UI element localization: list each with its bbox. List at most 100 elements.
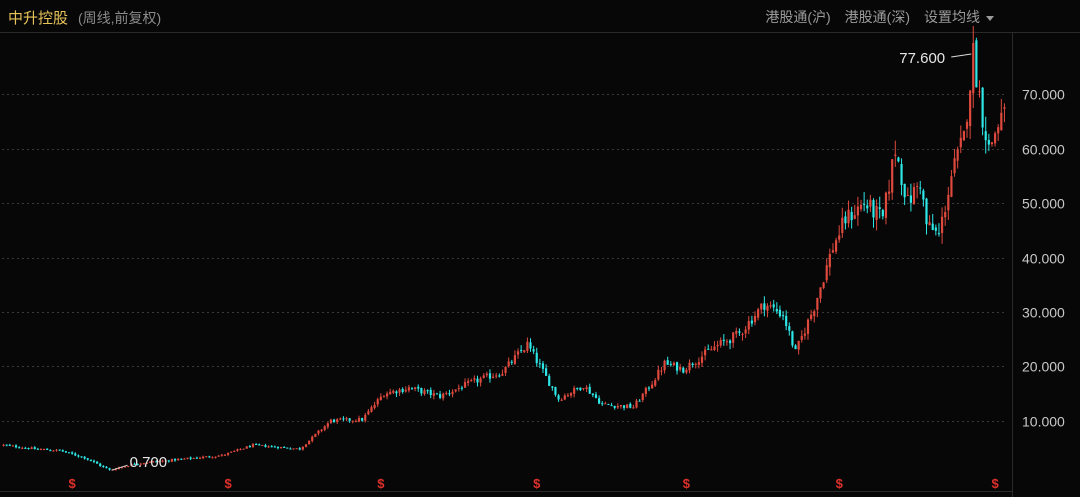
candle-body (679, 366, 682, 370)
candle-body (654, 380, 657, 386)
candle-body (557, 395, 560, 400)
candle-body (27, 448, 30, 450)
candle-body (844, 216, 847, 224)
candle-body (485, 373, 488, 376)
candle-body (385, 393, 389, 397)
candle-body (629, 403, 632, 408)
candle-body (96, 461, 99, 464)
candle-body (33, 447, 36, 450)
candle-body (981, 87, 984, 128)
candle-body (192, 457, 195, 459)
candle-body (573, 388, 576, 394)
candle-body (463, 382, 467, 388)
candle-body (732, 332, 735, 343)
candle-body (301, 446, 304, 450)
candle-body (950, 176, 953, 197)
candle-body (685, 369, 688, 373)
candle-body (841, 217, 844, 233)
y-tick-label: 50.000 (1022, 196, 1065, 212)
candle-body (750, 320, 753, 324)
candle-body (669, 364, 672, 366)
y-tick-label: 40.000 (1022, 251, 1065, 267)
candle-body (270, 446, 273, 448)
candle-body (887, 191, 891, 194)
candle-body (64, 451, 68, 453)
candle-body (969, 90, 972, 127)
candle-body (766, 305, 769, 311)
candle-body (24, 447, 27, 449)
candle-body (248, 446, 251, 448)
candle-body (61, 450, 64, 452)
candle-body (641, 393, 644, 401)
candle-body (616, 406, 619, 408)
candle-body (651, 384, 654, 389)
candle-body (80, 456, 83, 458)
candle-body (74, 453, 77, 456)
candle-body (760, 303, 763, 310)
candle-body (859, 204, 863, 210)
candle-body (744, 329, 747, 334)
candle-body (626, 404, 629, 409)
candle-body (83, 456, 86, 459)
candle-body (351, 420, 354, 422)
candle-body (947, 194, 950, 211)
candle-body (644, 387, 647, 395)
candle-body (713, 346, 716, 350)
candle-body (323, 426, 326, 430)
candle-body (283, 447, 286, 449)
candle-body (320, 429, 323, 432)
candle-body (414, 387, 417, 390)
candle-body (311, 436, 314, 441)
candle-body (230, 451, 233, 453)
candle-body (548, 375, 551, 386)
candle-body (878, 207, 881, 209)
candle-body (526, 341, 529, 351)
candle-body (398, 389, 401, 393)
candle-body (8, 444, 11, 446)
candle-body (404, 389, 407, 392)
candle-body (697, 362, 700, 365)
candle-body (563, 395, 566, 400)
candle-body (853, 215, 856, 219)
candle-body (598, 398, 601, 404)
candle-body (457, 388, 460, 390)
candle-body (753, 315, 757, 323)
candle-body (585, 387, 588, 389)
candle-body (797, 340, 800, 350)
candle-body (937, 233, 941, 235)
candle-body (170, 459, 174, 462)
candlestick-chart[interactable]: 10.000 20.000 30.000 40.000 50.000 60.000 70.0… (0, 0, 1080, 497)
candle-body (900, 163, 903, 185)
candle-body (725, 341, 729, 343)
candle-body (800, 335, 803, 340)
dividend-marker-icon: $ (224, 476, 232, 491)
candle-body (108, 468, 111, 470)
candle-body (473, 378, 476, 380)
candle-body (735, 330, 738, 334)
candle-body (189, 457, 192, 459)
candle-body (236, 449, 239, 451)
candle-body (389, 391, 392, 395)
candle-body (476, 378, 479, 383)
candle-body (495, 375, 498, 377)
candle-body (482, 375, 485, 378)
candle-body (289, 448, 292, 450)
candle-body (813, 311, 816, 317)
candle-body (507, 361, 510, 367)
candle-body (379, 396, 382, 401)
candle-body (426, 390, 429, 392)
candle-body (554, 387, 557, 395)
y-tick-label: 60.000 (1022, 142, 1065, 158)
candle-body (251, 444, 255, 447)
annotation-label-low: 0.700 (130, 454, 168, 471)
candle-body (438, 394, 442, 398)
candle-body (392, 390, 395, 393)
candle-body (819, 287, 822, 299)
candle-body (102, 465, 105, 467)
candle-body (769, 305, 772, 307)
candle-body (58, 449, 61, 451)
candle-body (666, 360, 669, 365)
candle-body (925, 198, 928, 225)
candle-body (987, 139, 990, 145)
candle-body (367, 411, 370, 415)
